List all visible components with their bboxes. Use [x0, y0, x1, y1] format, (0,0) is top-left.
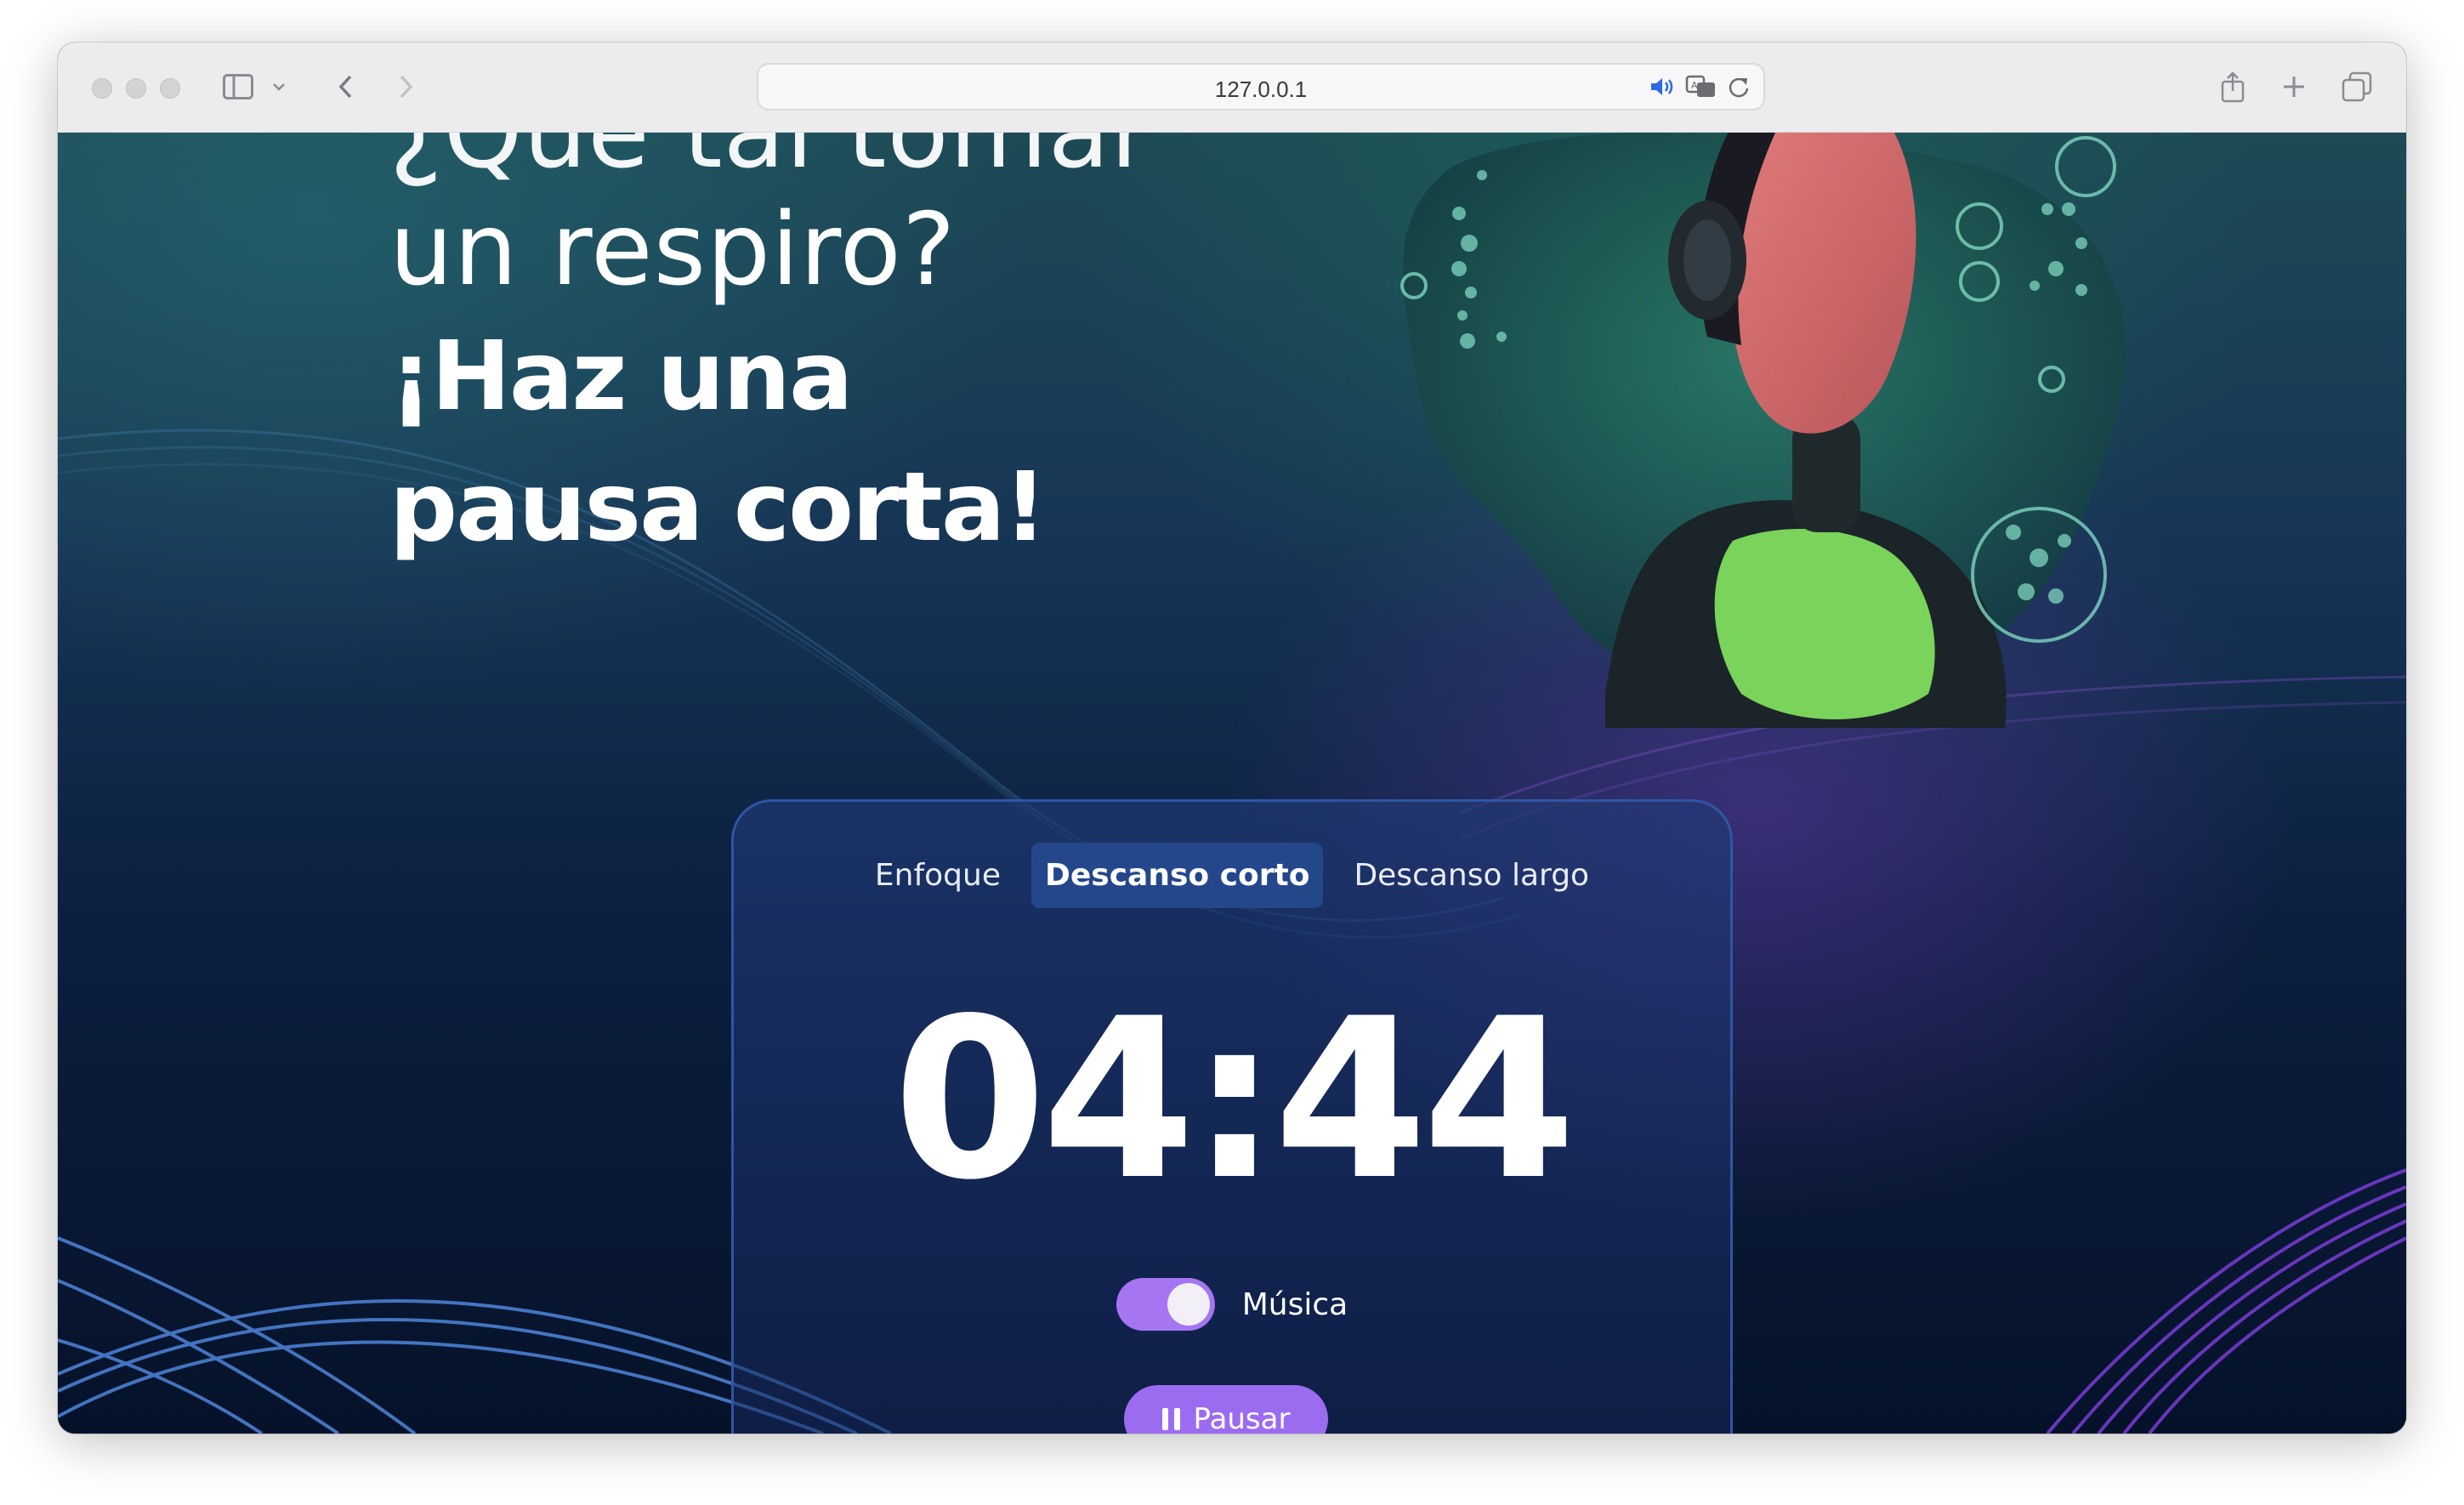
- music-toggle[interactable]: [1116, 1278, 1215, 1331]
- tab-descanso-corto[interactable]: Descanso corto: [1030, 843, 1324, 908]
- share-icon[interactable]: [2214, 68, 2251, 105]
- sidebar-icon[interactable]: [219, 68, 257, 105]
- back-icon[interactable]: [326, 68, 364, 105]
- tabs-overview-icon[interactable]: [2338, 68, 2376, 105]
- browser-toolbar: 127.0.0.1 A: [58, 43, 2406, 133]
- speaker-icon[interactable]: [1649, 76, 1675, 102]
- translate-icon[interactable]: A: [1685, 75, 1717, 103]
- tab-enfoque[interactable]: Enfoque: [861, 843, 1014, 908]
- new-tab-icon[interactable]: [2275, 68, 2313, 105]
- pause-icon: [1161, 1408, 1180, 1430]
- headline-bold-2: pausa corta!: [389, 452, 1047, 563]
- forward-icon[interactable]: [388, 68, 425, 105]
- minimize-window-button[interactable]: [126, 78, 146, 99]
- headline-light: un respiro?: [389, 190, 957, 308]
- url-text: 127.0.0.1: [1214, 77, 1308, 102]
- page-content: ¿Qué tal tomar un respiro? ¡Haz una paus…: [58, 133, 2406, 1434]
- music-row: Música: [734, 1278, 1730, 1331]
- timer-card: Enfoque Descanso corto Descanso largo 04…: [731, 799, 1733, 1434]
- countdown-display: 04:44: [893, 972, 1576, 1229]
- pause-button[interactable]: Pausar: [1124, 1385, 1328, 1434]
- music-label: Música: [1241, 1286, 1348, 1322]
- chevron-down-icon[interactable]: [267, 68, 291, 105]
- hero-illustration: [1400, 133, 2126, 728]
- mode-tabs: Enfoque Descanso corto Descanso largo: [734, 843, 1730, 908]
- headline-bold-1: ¡Haz una: [389, 321, 854, 432]
- address-bar[interactable]: 127.0.0.1 A: [757, 63, 1765, 111]
- headline-partial: ¿Qué tal tomar: [389, 133, 1153, 190]
- toggle-knob: [1167, 1283, 1210, 1326]
- svg-text:A: A: [1691, 80, 1698, 91]
- close-window-button[interactable]: [92, 78, 112, 99]
- tab-descanso-largo[interactable]: Descanso largo: [1340, 843, 1603, 908]
- reload-icon[interactable]: [1728, 75, 1750, 103]
- zoom-window-button[interactable]: [160, 78, 180, 99]
- pause-label: Pausar: [1193, 1402, 1291, 1434]
- browser-window: 127.0.0.1 A un respiro? ¡Haz una pausa c…: [58, 43, 2406, 1434]
